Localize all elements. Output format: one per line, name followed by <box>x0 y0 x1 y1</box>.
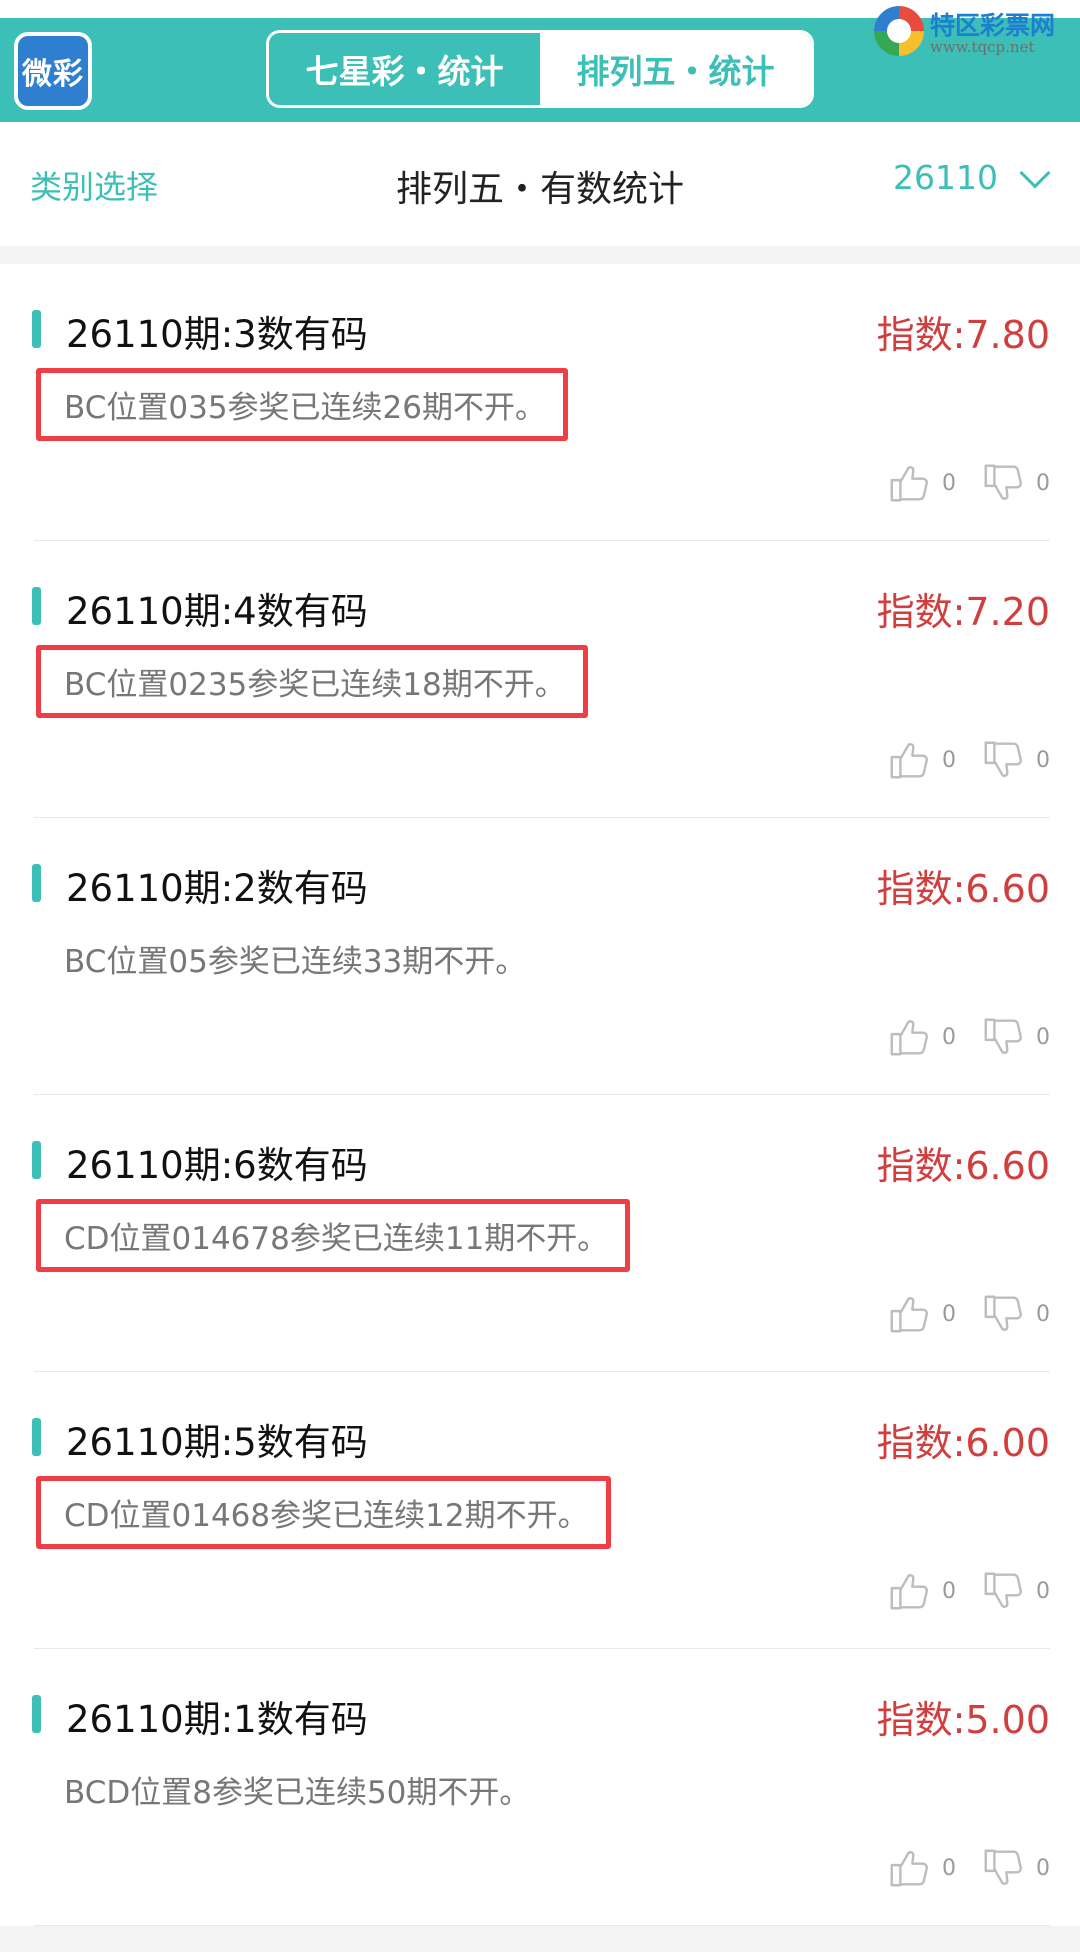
watermark-url: www.tqcp.net <box>930 38 1035 56</box>
dislike-button[interactable]: 0 <box>980 1014 1050 1060</box>
vote-group: 0 0 <box>886 1845 1050 1891</box>
record-card: 26110期:3数有码 指数:7.80 BC位置035参奖已连续26期不开。 0… <box>0 264 1080 541</box>
vote-group: 0 0 <box>886 1291 1050 1337</box>
accent-bar <box>32 864 41 902</box>
record-list: 26110期:3数有码 指数:7.80 BC位置035参奖已连续26期不开。 0… <box>0 264 1080 1926</box>
accent-bar <box>32 1418 41 1456</box>
thumbs-down-icon <box>984 741 1022 777</box>
highlight-box <box>36 1199 630 1272</box>
like-button[interactable]: 0 <box>886 1014 956 1060</box>
like-button[interactable]: 0 <box>886 1568 956 1614</box>
like-button[interactable]: 0 <box>886 460 956 506</box>
record-card: 26110期:2数有码 指数:6.60 BC位置05参奖已连续33期不开。 0 … <box>0 818 1080 1095</box>
record-title: 26110期:5数有码 <box>66 1421 368 1464</box>
thumbs-up-icon <box>890 1851 928 1887</box>
highlight-box <box>36 1476 611 1549</box>
dislike-count: 0 <box>1036 1024 1050 1050</box>
tab-qixingcai-stats[interactable]: 七星彩・统计 <box>269 33 540 105</box>
like-button[interactable]: 0 <box>886 737 956 783</box>
vote-group: 0 0 <box>886 1568 1050 1614</box>
dislike-count: 0 <box>1036 1578 1050 1604</box>
divider <box>34 1925 1050 1926</box>
vote-group: 0 0 <box>886 1014 1050 1060</box>
record-title: 26110期:1数有码 <box>66 1698 368 1741</box>
dislike-count: 0 <box>1036 1301 1050 1327</box>
dislike-button[interactable]: 0 <box>980 1845 1050 1891</box>
record-index: 指数:7.20 <box>876 590 1050 634</box>
record-card: 26110期:1数有码 指数:5.00 BCD位置8参奖已连续50期不开。 0 … <box>0 1649 1080 1926</box>
chevron-down-icon <box>1019 156 1051 189</box>
like-count: 0 <box>942 1301 956 1327</box>
watermark: 特区彩票网 www.tqcp.net <box>874 4 1074 64</box>
accent-bar <box>32 587 41 625</box>
like-count: 0 <box>942 1024 956 1050</box>
record-card: 26110期:4数有码 指数:7.20 BC位置0235参奖已连续18期不开。 … <box>0 541 1080 818</box>
dislike-button[interactable]: 0 <box>980 460 1050 506</box>
like-count: 0 <box>942 1855 956 1881</box>
record-index: 指数:5.00 <box>876 1698 1050 1742</box>
record-index: 指数:6.60 <box>876 1144 1050 1188</box>
thumbs-down-icon <box>984 1295 1022 1331</box>
issue-dropdown[interactable]: 26110 <box>893 156 1052 197</box>
record-title: 26110期:4数有码 <box>66 590 368 633</box>
highlight-box <box>36 645 588 718</box>
dislike-count: 0 <box>1036 470 1050 496</box>
thumbs-down-icon <box>984 1018 1022 1054</box>
accent-bar <box>32 1695 41 1733</box>
watermark-title: 特区彩票网 <box>930 11 1056 40</box>
vote-group: 0 0 <box>886 737 1050 783</box>
record-title: 26110期:6数有码 <box>66 1144 368 1187</box>
app-logo[interactable]: 微彩 <box>14 32 92 110</box>
dislike-count: 0 <box>1036 747 1050 773</box>
issue-number: 26110 <box>893 158 998 197</box>
thumbs-down-icon <box>984 464 1022 500</box>
like-button[interactable]: 0 <box>886 1845 956 1891</box>
record-index: 指数:6.60 <box>876 867 1050 911</box>
dislike-button[interactable]: 0 <box>980 1291 1050 1337</box>
record-card: 26110期:6数有码 指数:6.60 CD位置014678参奖已连续11期不开… <box>0 1095 1080 1372</box>
vote-group: 0 0 <box>886 460 1050 506</box>
dislike-count: 0 <box>1036 1855 1050 1881</box>
record-index: 指数:6.00 <box>876 1421 1050 1465</box>
record-card: 26110期:5数有码 指数:6.00 CD位置01468参奖已连续12期不开。… <box>0 1372 1080 1649</box>
thumbs-up-icon <box>890 743 928 779</box>
accent-bar <box>32 310 41 348</box>
record-title: 26110期:2数有码 <box>66 867 368 910</box>
like-button[interactable]: 0 <box>886 1291 956 1337</box>
like-count: 0 <box>942 1578 956 1604</box>
record-description: BCD位置8参奖已连续50期不开。 <box>64 1775 531 1811</box>
like-count: 0 <box>942 747 956 773</box>
record-title: 26110期:3数有码 <box>66 313 368 356</box>
thumbs-up-icon <box>890 1297 928 1333</box>
record-description: BC位置05参奖已连续33期不开。 <box>64 944 527 980</box>
dislike-button[interactable]: 0 <box>980 737 1050 783</box>
watermark-logo-icon <box>874 6 924 56</box>
record-index: 指数:7.80 <box>876 313 1050 357</box>
thumbs-up-icon <box>890 1020 928 1056</box>
like-count: 0 <box>942 470 956 496</box>
lottery-tabs: 七星彩・统计 排列五・统计 <box>266 30 814 108</box>
accent-bar <box>32 1141 41 1179</box>
thumbs-down-icon <box>984 1572 1022 1608</box>
thumbs-up-icon <box>890 1574 928 1610</box>
sub-header: 类别选择 排列五・有数统计 26110 <box>0 122 1080 246</box>
thumbs-down-icon <box>984 1849 1022 1885</box>
highlight-box <box>36 368 568 441</box>
tab-pailiewu-stats[interactable]: 排列五・统计 <box>540 33 811 105</box>
dislike-button[interactable]: 0 <box>980 1568 1050 1614</box>
thumbs-up-icon <box>890 466 928 502</box>
